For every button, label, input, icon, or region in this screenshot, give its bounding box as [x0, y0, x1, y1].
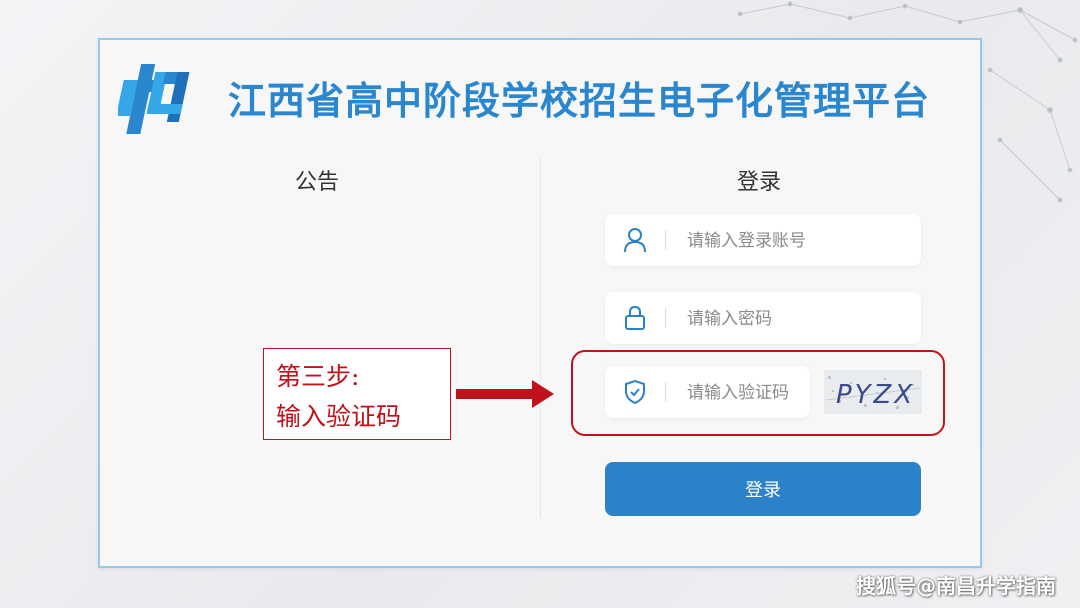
platform-logo-icon — [118, 64, 190, 134]
notice-heading: 公告 — [295, 170, 340, 195]
arrow-right-icon — [456, 380, 554, 408]
step-annotation-line-2: 输入验证码 — [276, 402, 402, 431]
login-button[interactable]: 登录 — [605, 462, 921, 516]
page-title: 江西省高中阶段学校招生电子化管理平台 — [228, 79, 931, 123]
login-card: 江西省高中阶段学校招生电子化管理平台 公告 登录 请输入登录账号 请输入验证码 … — [98, 38, 982, 568]
user-icon — [624, 228, 646, 253]
password-input[interactable] — [685, 302, 908, 336]
step-annotation-box: 第三步: 输入验证码 — [263, 348, 451, 440]
login-heading: 登录 — [737, 170, 782, 195]
account-input[interactable] — [685, 224, 908, 258]
step-annotation-line-1: 第三步: — [276, 362, 360, 391]
lock-icon — [625, 305, 645, 330]
field-separator — [665, 230, 666, 250]
watermark: 搜狐号@南昌升学指南 — [856, 574, 1056, 598]
account-field[interactable] — [605, 214, 921, 266]
password-field[interactable] — [605, 292, 921, 344]
field-separator — [665, 308, 666, 328]
column-divider — [540, 158, 541, 518]
captcha-highlight-box — [571, 350, 945, 436]
